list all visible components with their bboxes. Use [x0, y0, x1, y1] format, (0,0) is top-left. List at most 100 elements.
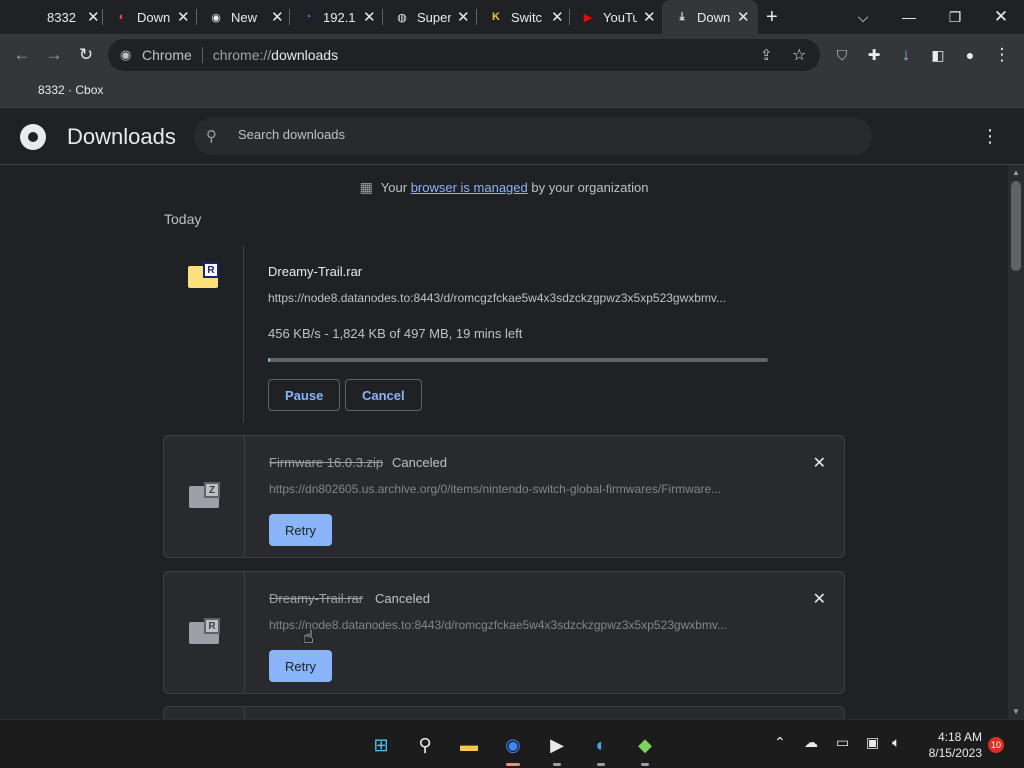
scroll-up-arrow-icon[interactable]: ▲ — [1008, 168, 1024, 177]
profile-avatar-icon[interactable]: ● — [958, 43, 982, 67]
tab-title: 192.1 — [323, 9, 356, 25]
section-header: Today — [164, 211, 202, 227]
search-icon: ⚲ — [206, 128, 217, 145]
managed-prefix: Your — [380, 180, 411, 195]
omnibox-divider — [201, 47, 203, 63]
tab-3[interactable]: ◔ 192.1 ✕ — [300, 0, 376, 34]
system-clock[interactable]: 4:18 AM 8/15/2023 — [920, 729, 982, 761]
tab-2[interactable]: ◉ New ✕ — [208, 0, 284, 34]
search-box[interactable]: ⚲ — [194, 118, 872, 155]
side-panel-icon[interactable]: ◧ — [926, 43, 950, 67]
status-label: Canceled — [392, 455, 447, 470]
tab-7-active[interactable]: ⤓ Down ✕ — [662, 0, 758, 34]
notification-badge[interactable]: 10 — [988, 737, 1004, 753]
close-icon[interactable]: ✕ — [737, 8, 750, 26]
managed-link[interactable]: browser is managed — [411, 180, 528, 195]
more-actions-icon[interactable]: ⋮ — [980, 126, 1000, 147]
bookmark-star-icon[interactable]: ☆ — [792, 45, 806, 65]
close-icon[interactable]: ✕ — [177, 8, 190, 26]
remove-close-icon[interactable]: ✕ — [813, 453, 826, 473]
onedrive-icon[interactable]: ☁ — [804, 734, 818, 751]
scrollbar[interactable]: ▲ ▼ — [1008, 165, 1024, 719]
tab-1[interactable]: ◐ Down ✕ — [114, 0, 190, 34]
retry-button[interactable]: Retry — [269, 650, 333, 682]
download-indicator-icon[interactable]: ↓ — [894, 43, 918, 67]
media-player-icon[interactable]: ▶ — [544, 732, 570, 766]
tab-divider — [382, 9, 383, 25]
back-button[interactable]: ← — [10, 43, 34, 67]
tab-divider — [569, 9, 570, 25]
status-label: Canceled — [375, 591, 430, 606]
menu-kebab-icon[interactable]: ⋮ — [990, 43, 1014, 67]
remove-close-icon[interactable]: ✕ — [813, 589, 826, 609]
ublock-icon[interactable]: ⛉ — [830, 43, 854, 67]
chrome-icon: ◉ — [211, 11, 221, 24]
download-item-canceled: Z Firmware 16.0.3.zip Canceled https://d… — [163, 435, 845, 558]
url-host: downloads — [271, 47, 339, 63]
chrome-taskbar-icon[interactable]: ◉ — [500, 732, 526, 766]
close-icon[interactable]: ✕ — [271, 8, 284, 26]
close-icon[interactable]: ✕ — [457, 8, 470, 26]
extensions-puzzle-icon[interactable]: ✚ — [862, 43, 886, 67]
scrollbar-thumb[interactable] — [1011, 181, 1021, 271]
building-icon: ▦ — [359, 179, 373, 195]
new-tab-button[interactable]: + — [766, 6, 778, 29]
switch-emulator-icon[interactable]: ◐ — [588, 732, 614, 766]
tab-6[interactable]: ▶ YouTu ✕ — [580, 0, 656, 34]
managed-notice: ▦ Your browser is managed by your organiz… — [0, 179, 1008, 196]
tab-search-chevron-icon[interactable]: ⌵ — [840, 0, 886, 34]
tab-divider — [102, 9, 103, 25]
forward-button[interactable]: → — [42, 43, 66, 67]
tab-strip: 8332 ✕ ◐ Down ✕ ◉ New ✕ ◔ 192.1 ✕ ◍ Supe… — [0, 0, 1024, 34]
close-icon[interactable]: ✕ — [87, 8, 100, 26]
scroll-down-arrow-icon[interactable]: ▼ — [1008, 707, 1024, 716]
tab-4[interactable]: ◍ Super ✕ — [394, 0, 470, 34]
tab-title: Down — [697, 9, 731, 25]
chevron-up-icon[interactable]: ⌃ — [774, 734, 786, 751]
minimize-button[interactable]: — — [886, 0, 932, 34]
cancel-button[interactable]: Cancel — [345, 379, 422, 411]
file-url[interactable]: https://node8.datanodes.to:8443/d/romcgz… — [268, 291, 768, 305]
retry-button[interactable]: Retry — [269, 514, 333, 546]
downloads-header: Downloads ⚲ ⋮ — [0, 108, 1024, 165]
close-icon[interactable]: ✕ — [643, 8, 656, 26]
volume-icon[interactable]: 🔈︎ — [892, 734, 900, 751]
tab-5[interactable]: K Switc ✕ — [488, 0, 564, 34]
pause-button[interactable]: Pause — [268, 379, 341, 411]
tab-divider — [476, 9, 477, 25]
address-bar[interactable]: ◉ Chrome chrome://downloads ⇪ ☆ — [108, 39, 820, 71]
file-name: Firmware 16.0.3.zip — [269, 455, 384, 470]
keyboard-icon[interactable]: ▭ — [836, 734, 849, 751]
omnibox-chip: Chrome — [142, 47, 192, 63]
file-url[interactable]: https://node8.datanodes.to:8443/d/romcgz… — [269, 618, 769, 632]
chrome-icon: ◉ — [120, 47, 132, 62]
managed-suffix: by your organization — [527, 180, 649, 195]
share-icon[interactable]: ⇪ — [760, 46, 773, 64]
window-close-button[interactable]: ✕ — [978, 0, 1024, 34]
download-item-canceled: R Dreamy-Trail.rar Canceled https://node… — [163, 571, 845, 694]
restore-button[interactable]: ❐ — [932, 0, 978, 34]
tab-0[interactable]: 8332 ✕ — [24, 0, 100, 34]
download-item-partial — [163, 706, 845, 719]
file-explorer-icon[interactable]: ▬ — [456, 732, 482, 758]
search-input[interactable] — [238, 127, 838, 142]
file-url[interactable]: https://dn802605.us.archive.org/0/items/… — [269, 482, 769, 496]
tab-title: New — [231, 9, 258, 25]
bookmark-item[interactable]: 8332 · Cbox — [38, 83, 103, 97]
progress-bar-fill — [268, 358, 270, 362]
progress-bar — [268, 358, 768, 362]
clock-date: 8/15/2023 — [928, 746, 982, 760]
browser-toolbar: ← → ↻ ◉ Chrome chrome://downloads ⇪ ☆ ⛉ … — [0, 34, 1024, 76]
switch-icon: ◐ — [118, 11, 126, 23]
close-icon[interactable]: ✕ — [551, 8, 564, 26]
reload-button[interactable]: ↻ — [74, 43, 98, 67]
windows-start-icon[interactable]: ⊞ — [368, 732, 394, 758]
close-icon[interactable]: ✕ — [363, 8, 376, 26]
rar-file-icon: R — [188, 262, 219, 288]
app-icon[interactable]: ◆ — [632, 732, 658, 766]
icon-column: Z — [164, 436, 245, 557]
file-name-link[interactable]: Dreamy-Trail.rar — [268, 264, 362, 279]
search-icon[interactable]: ⚲ — [412, 732, 438, 758]
progress-text: 456 KB/s - 1,824 KB of 497 MB, 19 mins l… — [268, 326, 523, 341]
network-icon[interactable]: ▣ — [866, 734, 879, 751]
